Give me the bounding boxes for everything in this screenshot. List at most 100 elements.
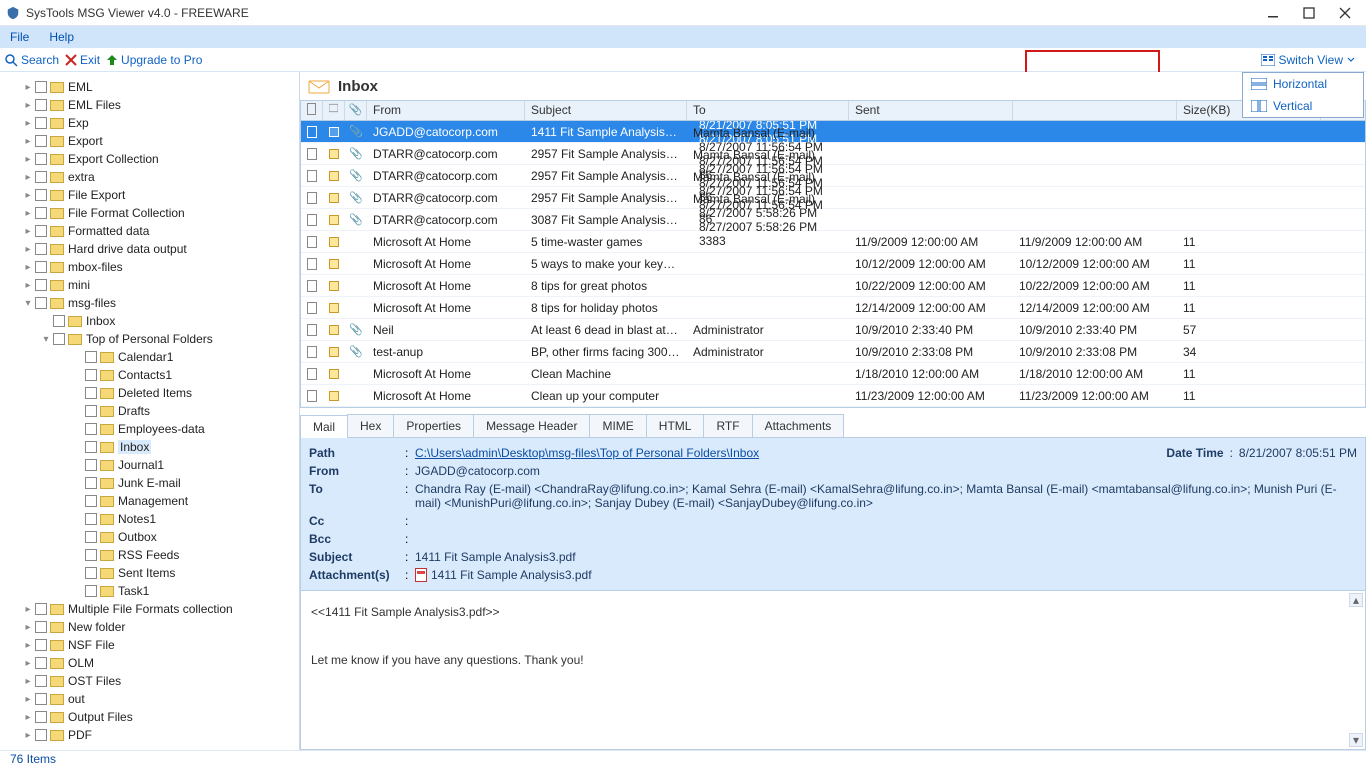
expander-open-icon[interactable]: ▾ xyxy=(22,298,34,309)
tree-item[interactable]: ▾msg-files xyxy=(2,294,297,312)
tree-checkbox[interactable] xyxy=(35,675,47,687)
tree-checkbox[interactable] xyxy=(35,135,47,147)
tree-item[interactable]: Notes1 xyxy=(2,510,297,528)
expander-closed-icon[interactable]: ▸ xyxy=(22,82,34,93)
tree-checkbox[interactable] xyxy=(85,369,97,381)
tree-item[interactable]: ▸mini xyxy=(2,276,297,294)
scroll-up-arrow[interactable]: ▴ xyxy=(1349,593,1363,607)
folder-tree[interactable]: ▸EML▸EML Files▸Exp▸Export▸Export Collect… xyxy=(0,72,300,750)
dh-att-value[interactable]: 1411 Fit Sample Analysis3.pdf xyxy=(415,568,1357,582)
email-row[interactable]: Microsoft At HomeClean up your computer1… xyxy=(301,385,1365,407)
expander-closed-icon[interactable]: ▸ xyxy=(22,172,34,183)
tree-item[interactable]: ▸extra xyxy=(2,168,297,186)
tree-item[interactable]: Task1 xyxy=(2,582,297,600)
tree-checkbox[interactable] xyxy=(35,261,47,273)
tab-message-header[interactable]: Message Header xyxy=(473,414,590,437)
expander-closed-icon[interactable]: ▸ xyxy=(22,244,34,255)
tab-rtf[interactable]: RTF xyxy=(703,414,752,437)
row-checkbox[interactable] xyxy=(301,302,323,314)
scroll-down-arrow[interactable]: ▾ xyxy=(1349,733,1363,747)
expander-closed-icon[interactable]: ▸ xyxy=(22,208,34,219)
tree-checkbox[interactable] xyxy=(53,315,65,327)
tab-properties[interactable]: Properties xyxy=(393,414,474,437)
grid-body[interactable]: 📎JGADD@catocorp.com1411 Fit Sample Analy… xyxy=(301,121,1365,407)
expander-closed-icon[interactable]: ▸ xyxy=(22,640,34,651)
tree-checkbox[interactable] xyxy=(85,585,97,597)
switch-view-vertical[interactable]: Vertical xyxy=(1243,95,1363,117)
tree-item[interactable]: ▸EML xyxy=(2,78,297,96)
tree-item[interactable]: Contacts1 xyxy=(2,366,297,384)
row-checkbox[interactable] xyxy=(301,324,323,336)
row-checkbox[interactable] xyxy=(301,236,323,248)
row-checkbox[interactable] xyxy=(301,368,323,380)
expander-closed-icon[interactable]: ▸ xyxy=(22,280,34,291)
tree-checkbox[interactable] xyxy=(85,495,97,507)
row-checkbox[interactable] xyxy=(301,214,323,226)
col-sent[interactable]: Sent xyxy=(849,101,1013,120)
col-subject[interactable]: Subject xyxy=(525,101,687,120)
tree-item[interactable]: ▸Export Collection xyxy=(2,150,297,168)
expander-closed-icon[interactable]: ▸ xyxy=(22,622,34,633)
row-checkbox[interactable] xyxy=(301,280,323,292)
switch-view-horizontal[interactable]: Horizontal xyxy=(1243,73,1363,95)
tree-checkbox[interactable] xyxy=(35,657,47,669)
tree-item[interactable]: ▸File Format Collection xyxy=(2,204,297,222)
expander-closed-icon[interactable]: ▸ xyxy=(22,712,34,723)
expander-closed-icon[interactable]: ▸ xyxy=(22,154,34,165)
minimize-button[interactable] xyxy=(1264,4,1282,22)
tree-item[interactable]: ▸New folder xyxy=(2,618,297,636)
close-button[interactable] xyxy=(1336,4,1354,22)
tree-checkbox[interactable] xyxy=(85,387,97,399)
expander-closed-icon[interactable]: ▸ xyxy=(22,118,34,129)
tree-item[interactable]: RSS Feeds xyxy=(2,546,297,564)
expander-closed-icon[interactable]: ▸ xyxy=(22,262,34,273)
menu-file[interactable]: File xyxy=(10,30,29,44)
tree-checkbox[interactable] xyxy=(85,513,97,525)
tree-item[interactable]: Inbox xyxy=(2,438,297,456)
tree-checkbox[interactable] xyxy=(35,189,47,201)
tree-item[interactable]: ▸Output Files xyxy=(2,708,297,726)
tree-checkbox[interactable] xyxy=(85,351,97,363)
tree-item[interactable]: Journal1 xyxy=(2,456,297,474)
tree-checkbox[interactable] xyxy=(35,603,47,615)
tree-checkbox[interactable] xyxy=(35,117,47,129)
tree-checkbox[interactable] xyxy=(35,153,47,165)
expander-closed-icon[interactable]: ▸ xyxy=(22,658,34,669)
tree-checkbox[interactable] xyxy=(35,99,47,111)
tree-checkbox[interactable] xyxy=(35,81,47,93)
email-row[interactable]: Microsoft At HomeClean Machine1/18/2010 … xyxy=(301,363,1365,385)
tree-item[interactable]: Employees-data xyxy=(2,420,297,438)
expander-closed-icon[interactable]: ▸ xyxy=(22,190,34,201)
tree-item[interactable]: ▾Top of Personal Folders xyxy=(2,330,297,348)
tree-item[interactable]: ▸File Export xyxy=(2,186,297,204)
tree-item[interactable]: ▸Hard drive data output xyxy=(2,240,297,258)
email-row[interactable]: 📎test-anupBP, other firms facing 300 la.… xyxy=(301,341,1365,363)
tab-mime[interactable]: MIME xyxy=(589,414,646,437)
tree-checkbox[interactable] xyxy=(35,621,47,633)
expander-closed-icon[interactable]: ▸ xyxy=(22,730,34,741)
row-checkbox[interactable] xyxy=(301,170,323,182)
tree-checkbox[interactable] xyxy=(85,567,97,579)
tree-checkbox[interactable] xyxy=(35,693,47,705)
email-row[interactable]: Microsoft At Home5 ways to make your key… xyxy=(301,253,1365,275)
col-icon[interactable] xyxy=(323,101,345,120)
tree-checkbox[interactable] xyxy=(35,243,47,255)
email-row[interactable]: 📎DTARR@catocorp.com3087 Fit Sample Analy… xyxy=(301,209,1365,231)
tree-checkbox[interactable] xyxy=(85,459,97,471)
row-checkbox[interactable] xyxy=(301,258,323,270)
tab-html[interactable]: HTML xyxy=(646,414,705,437)
expander-closed-icon[interactable]: ▸ xyxy=(22,100,34,111)
tree-item[interactable]: Inbox xyxy=(2,312,297,330)
menu-help[interactable]: Help xyxy=(49,30,74,44)
tree-item[interactable]: ▸PDF xyxy=(2,726,297,744)
search-tool[interactable]: Search xyxy=(4,53,59,67)
email-row[interactable]: Microsoft At Home8 tips for holiday phot… xyxy=(301,297,1365,319)
expander-closed-icon[interactable]: ▸ xyxy=(22,226,34,237)
tree-item[interactable]: Management xyxy=(2,492,297,510)
tree-item[interactable]: Outbox xyxy=(2,528,297,546)
tab-mail[interactable]: Mail xyxy=(300,415,348,438)
row-checkbox[interactable] xyxy=(301,390,323,402)
tree-checkbox[interactable] xyxy=(35,639,47,651)
tree-item[interactable]: ▸Formatted data xyxy=(2,222,297,240)
col-to[interactable]: To xyxy=(687,101,849,120)
